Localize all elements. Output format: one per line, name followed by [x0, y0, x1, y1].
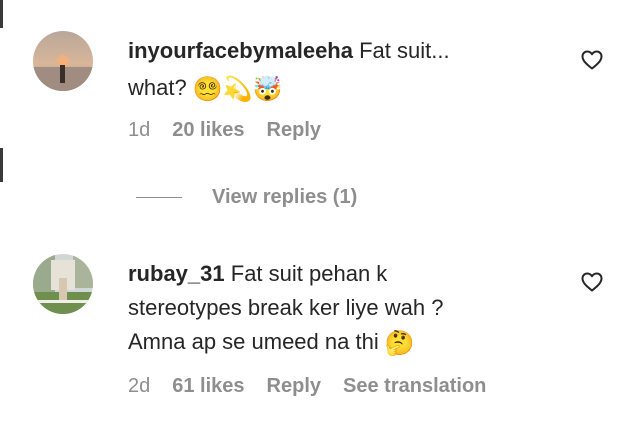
comment-meta: 1d 20 likes Reply	[128, 119, 343, 142]
timestamp: 2d	[128, 375, 151, 397]
thinking-face-icon: 🤔	[384, 329, 415, 357]
dizzy-star-icon: 💫	[222, 75, 253, 103]
avatar[interactable]	[33, 254, 93, 314]
username-link[interactable]: inyourfacebymaleeha	[128, 38, 353, 63]
avatar[interactable]	[33, 31, 93, 91]
see-translation-button[interactable]: See translation	[343, 375, 486, 397]
comment-item: inyourfacebymaleeha Fat suit... what? 😵‍…	[0, 0, 631, 170]
view-replies-label: View replies (1)	[212, 185, 358, 208]
comment-item: rubay_31 Fat suit pehan k stereotypes br…	[0, 240, 631, 435]
likes-count[interactable]: 20 likes	[172, 119, 244, 141]
divider-line	[136, 196, 182, 198]
heart-outline-icon[interactable]	[580, 270, 604, 294]
timestamp: 1d	[128, 119, 151, 141]
exploding-head-icon: 🤯	[252, 75, 283, 103]
username-link[interactable]: rubay_31	[128, 261, 225, 286]
heart-outline-icon[interactable]	[580, 48, 604, 72]
comment-second-line: stereotypes break ker liye wah ?	[128, 295, 444, 320]
avatar-image	[33, 254, 93, 314]
comment-first-line: inyourfacebymaleeha Fat suit...	[128, 34, 568, 68]
comment-first-line: rubay_31 Fat suit pehan k	[128, 257, 568, 291]
comment-text: Amna ap se umeed na thi	[128, 329, 379, 354]
reply-button[interactable]: Reply	[267, 375, 321, 397]
reply-button[interactable]: Reply	[267, 119, 321, 141]
view-replies-button[interactable]: View replies (1)	[136, 182, 357, 212]
comment-text: Fat suit...	[359, 38, 450, 63]
comment-text: what?	[128, 75, 187, 100]
likes-count[interactable]: 61 likes	[172, 375, 244, 397]
dizzy-face-icon: 😵‍💫	[192, 75, 223, 103]
avatar-image	[33, 31, 93, 91]
comment-meta: 2d 61 likes Reply See translation	[128, 375, 508, 398]
comment-third-line: Amna ap se umeed na thi 🤔	[128, 325, 568, 360]
comment-text: Fat suit pehan k	[230, 261, 388, 286]
comment-second-line: what? 😵‍💫💫🤯	[128, 71, 568, 106]
